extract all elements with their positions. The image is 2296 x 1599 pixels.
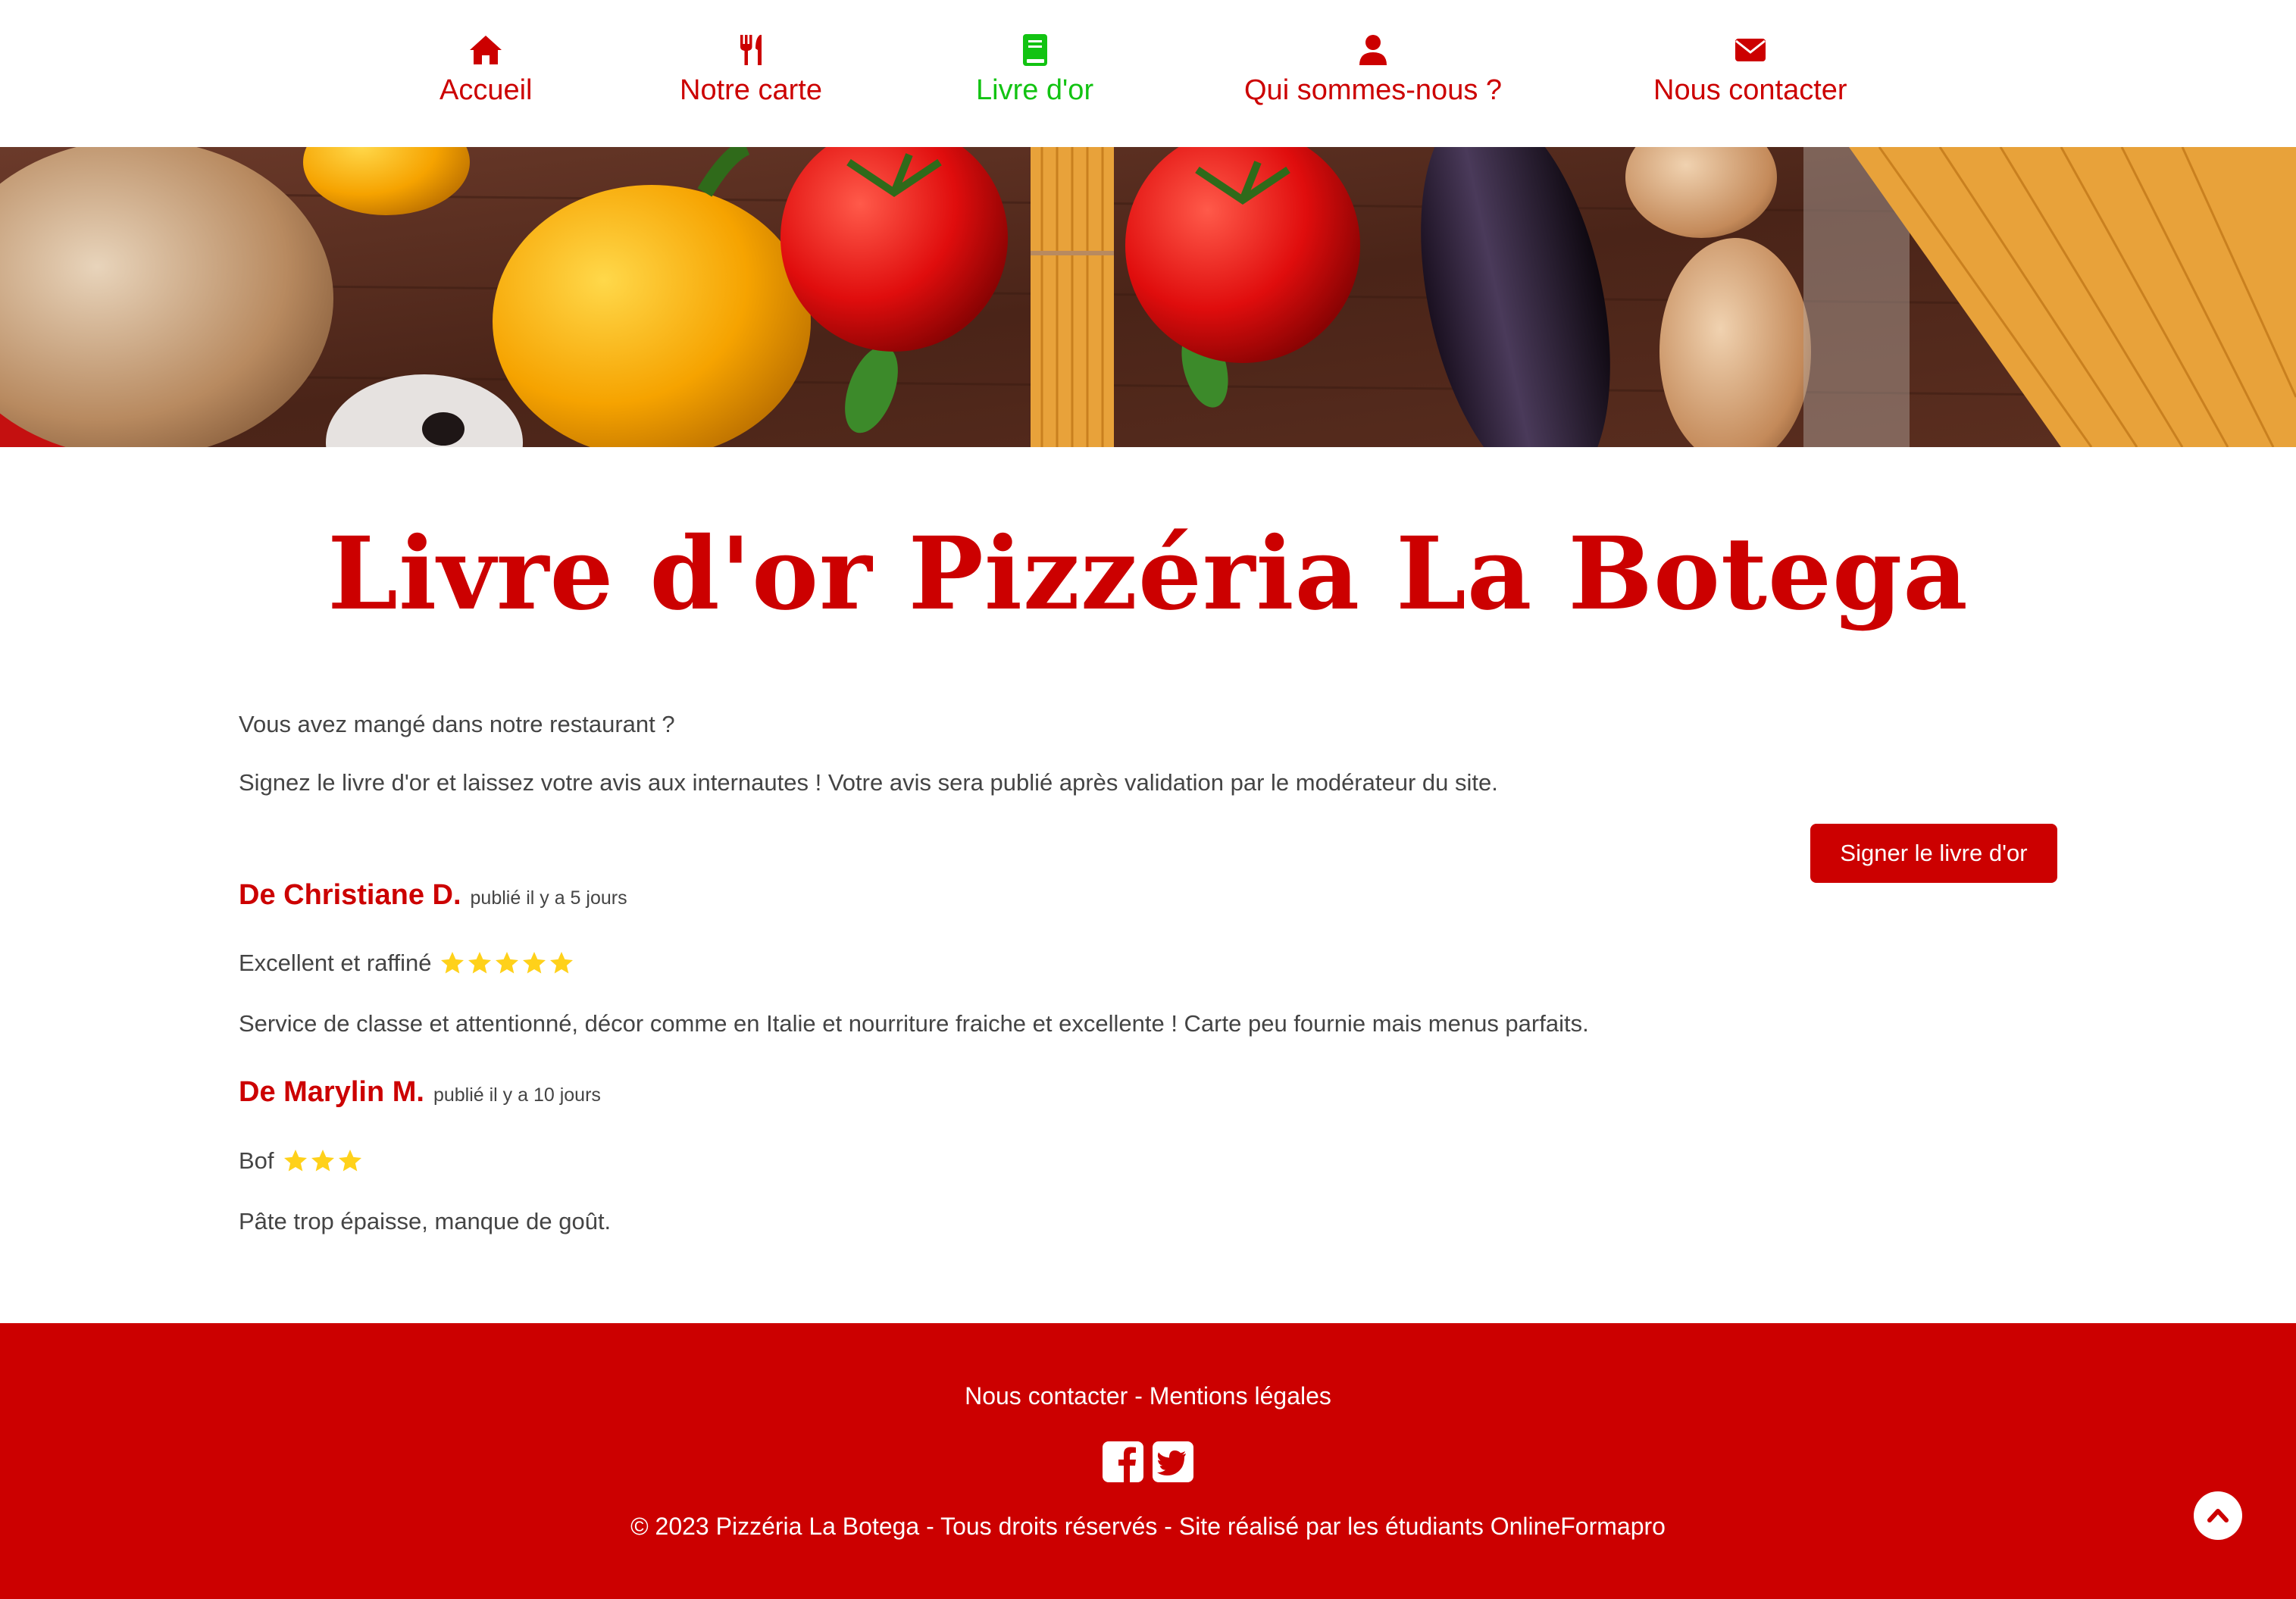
facebook-icon[interactable] [1101,1440,1145,1484]
page-title: Livre d'or Pizzéria La Botega [327,515,1969,633]
scroll-to-top-button[interactable] [2194,1491,2242,1540]
envelope-icon [1735,39,1766,61]
star-rating [439,950,575,977]
star-icon [523,952,546,974]
copyright-text: © 2023 Pizzéria La Botega - Tous droits … [630,1513,1666,1540]
star-rating [282,1147,364,1175]
utensils-icon [740,35,762,65]
main-navigation: Accueil Notre carte Livre d'or Qui somme… [0,0,2296,147]
star-icon [283,1150,307,1172]
chevron-up-icon [2207,1509,2229,1522]
review-title-row: Bof [239,1147,364,1175]
sign-guestbook-button[interactable]: Signer le livre d'or [1810,824,2057,883]
home-icon [470,36,502,64]
star-icon [496,952,519,974]
review-body: Service de classe et attentionné, décor … [239,1010,1589,1037]
star-icon [338,1150,361,1172]
nav-item-livre-dor[interactable]: Livre d'or [976,32,1093,107]
star-icon [311,1150,334,1172]
review-date: publié il y a 10 jours [433,1084,601,1106]
review-title: Bof [239,1147,274,1174]
review-header: De Marylin M. publié il y a 10 jours [239,1076,601,1109]
footer-links: Nous contacter - Mentions légales [0,1382,2296,1410]
nav-label-nous-contacter: Nous contacter [1653,74,1847,106]
twitter-icon[interactable] [1151,1440,1195,1484]
nav-label-accueil: Accueil [439,74,533,106]
book-icon [1022,34,1047,66]
nav-item-nous-contacter[interactable]: Nous contacter [1653,32,1847,107]
nav-item-accueil[interactable]: Accueil [439,32,533,107]
site-footer: Nous contacter - Mentions légales © 2023… [0,1323,2296,1599]
nav-item-notre-carte[interactable]: Notre carte [680,32,822,107]
review-author: De Marylin M. [239,1076,424,1108]
social-links [1101,1440,1195,1484]
footer-legal-link[interactable]: Mentions légales [1150,1382,1331,1410]
review-title-row: Excellent et raffiné [239,950,575,977]
review-date: publié il y a 5 jours [470,887,627,909]
review-body: Pâte trop épaisse, manque de goût. [239,1208,612,1234]
review-author: De Christiane D. [239,879,461,911]
intro-text: Signez le livre d'or et laissez votre av… [239,769,1498,796]
user-icon [1359,35,1387,65]
nav-label-qui-sommes-nous: Qui sommes-nous ? [1244,74,1503,106]
star-icon [468,952,492,974]
star-icon [550,952,574,974]
footer-separator: - [1128,1382,1150,1410]
nav-label-livre-dor: Livre d'or [976,74,1094,106]
nav-item-qui-sommes-nous[interactable]: Qui sommes-nous ? [1244,32,1502,107]
vegetables-banner-image [0,147,2296,447]
star-icon [441,952,465,974]
nav-label-notre-carte: Notre carte [680,74,822,106]
footer-contact-link[interactable]: Nous contacter [965,1382,1128,1410]
review-title: Excellent et raffiné [239,950,432,976]
intro-question: Vous avez mangé dans notre restaurant ? [239,711,675,737]
hero-banner [0,147,2296,447]
review-header: De Christiane D. publié il y a 5 jours [239,879,627,912]
